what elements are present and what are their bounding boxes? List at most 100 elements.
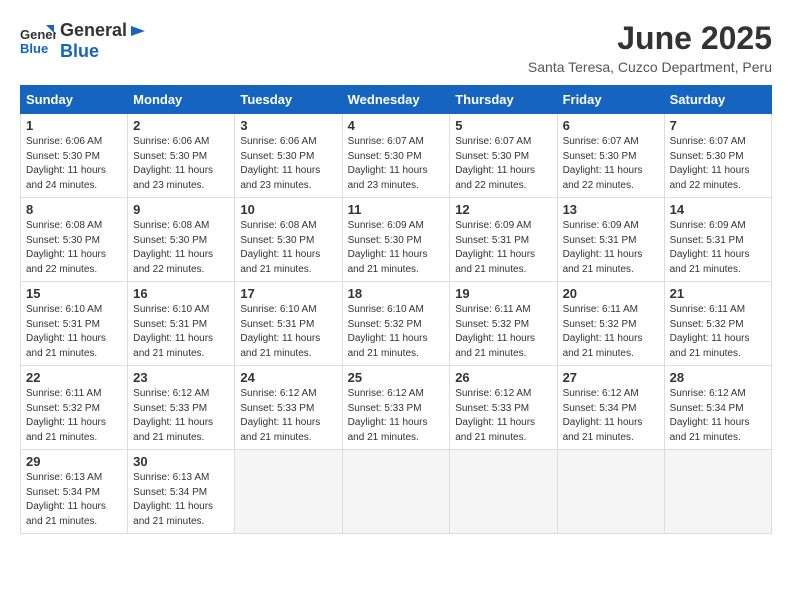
calendar-cell: 11 Sunrise: 6:09 AM Sunset: 5:30 PM Dayli… (342, 198, 450, 282)
logo-general: General (60, 20, 127, 41)
calendar-cell (664, 450, 771, 534)
day-number: 8 (26, 202, 122, 217)
calendar-cell: 22Sunrise: 6:11 AM Sunset: 5:32 PM Dayli… (21, 366, 128, 450)
calendar-cell: 25Sunrise: 6:12 AM Sunset: 5:33 PM Dayli… (342, 366, 450, 450)
header-thursday: Thursday (450, 86, 557, 114)
day-number: 2 (133, 118, 229, 133)
day-info: Sunrise: 6:06 AM Sunset: 5:30 PM Dayligh… (26, 135, 122, 193)
calendar-cell: 10Sunrise: 6:08 AM Sunset: 5:30 PM Dayli… (235, 198, 342, 282)
day-number: 30 (133, 454, 229, 469)
calendar-cell: 5Sunrise: 6:07 AM Sunset: 5:30 PM Daylig… (450, 114, 557, 198)
calendar-week-row: 29 Sunrise: 6:13 AM Sunset: 5:34 PM Dayli… (21, 450, 772, 534)
calendar-cell: 12Sunrise: 6:09 AM Sunset: 5:31 PM Dayli… (450, 198, 557, 282)
day-info: Sunrise: 6:06 AM Sunset: 5:30 PM Dayligh… (133, 135, 229, 193)
day-info: Sunrise: 6:07 AM Sunset: 5:30 PM Dayligh… (455, 135, 551, 193)
calendar-cell: 2 Sunrise: 6:06 AM Sunset: 5:30 PM Daylig… (128, 114, 235, 198)
day-info: Sunrise: 6:07 AM Sunset: 5:30 PM Dayligh… (670, 135, 766, 193)
header-tuesday: Tuesday (235, 86, 342, 114)
day-number: 4 (348, 118, 445, 133)
day-info: Sunrise: 6:10 AM Sunset: 5:32 PM Dayligh… (348, 303, 445, 361)
calendar-cell: 18Sunrise: 6:10 AM Sunset: 5:32 PM Dayli… (342, 282, 450, 366)
day-number: 21 (670, 286, 766, 301)
day-number: 15 (26, 286, 122, 301)
day-number: 14 (670, 202, 766, 217)
day-info: Sunrise: 6:12 AM Sunset: 5:33 PM Dayligh… (455, 387, 551, 445)
day-info: Sunrise: 6:09 AM Sunset: 5:31 PM Dayligh… (670, 219, 766, 277)
day-number: 16 (133, 286, 229, 301)
calendar-cell: 8 Sunrise: 6:08 AM Sunset: 5:30 PM Daylig… (21, 198, 128, 282)
header-saturday: Saturday (664, 86, 771, 114)
calendar-cell: 17 Sunrise: 6:10 AM Sunset: 5:31 PM Dayli… (235, 282, 342, 366)
calendar-cell: 24Sunrise: 6:12 AM Sunset: 5:33 PM Dayli… (235, 366, 342, 450)
month-title: June 2025 (528, 20, 772, 57)
calendar-cell (342, 450, 450, 534)
day-info: Sunrise: 6:07 AM Sunset: 5:30 PM Dayligh… (348, 135, 445, 193)
day-info: Sunrise: 6:13 AM Sunset: 5:34 PM Dayligh… (26, 471, 122, 529)
calendar-table: Sunday Monday Tuesday Wednesday Thursday… (20, 85, 772, 534)
day-info: Sunrise: 6:09 AM Sunset: 5:30 PM Dayligh… (348, 219, 445, 277)
logo-icon: General Blue (20, 23, 56, 59)
day-number: 19 (455, 286, 551, 301)
calendar-cell: 19Sunrise: 6:11 AM Sunset: 5:32 PM Dayli… (450, 282, 557, 366)
calendar-cell: 4 Sunrise: 6:07 AM Sunset: 5:30 PM Daylig… (342, 114, 450, 198)
day-number: 11 (348, 202, 445, 217)
title-area: June 2025 Santa Teresa, Cuzco Department… (528, 20, 772, 75)
logo-arrow-icon (129, 22, 147, 40)
day-info: Sunrise: 6:09 AM Sunset: 5:31 PM Dayligh… (563, 219, 659, 277)
day-number: 22 (26, 370, 122, 385)
header-wednesday: Wednesday (342, 86, 450, 114)
calendar-cell: 13 Sunrise: 6:09 AM Sunset: 5:31 PM Dayli… (557, 198, 664, 282)
day-number: 23 (133, 370, 229, 385)
calendar-week-row: 1 Sunrise: 6:06 AM Sunset: 5:30 PM Daylig… (21, 114, 772, 198)
day-number: 20 (563, 286, 659, 301)
day-info: Sunrise: 6:07 AM Sunset: 5:30 PM Dayligh… (563, 135, 659, 193)
day-number: 1 (26, 118, 122, 133)
calendar-cell (557, 450, 664, 534)
svg-text:Blue: Blue (20, 41, 48, 56)
page-header: General Blue General Blue June 2025 Sant… (20, 20, 772, 75)
calendar-cell: 21 Sunrise: 6:11 AM Sunset: 5:32 PM Dayli… (664, 282, 771, 366)
day-number: 26 (455, 370, 551, 385)
calendar-cell: 14 Sunrise: 6:09 AM Sunset: 5:31 PM Dayli… (664, 198, 771, 282)
calendar-week-row: 22Sunrise: 6:11 AM Sunset: 5:32 PM Dayli… (21, 366, 772, 450)
day-number: 7 (670, 118, 766, 133)
calendar-cell (450, 450, 557, 534)
calendar-cell: 16 Sunrise: 6:10 AM Sunset: 5:31 PM Dayli… (128, 282, 235, 366)
calendar-cell: 9 Sunrise: 6:08 AM Sunset: 5:30 PM Daylig… (128, 198, 235, 282)
calendar-cell (235, 450, 342, 534)
day-info: Sunrise: 6:12 AM Sunset: 5:33 PM Dayligh… (240, 387, 336, 445)
calendar-week-row: 15 Sunrise: 6:10 AM Sunset: 5:31 PM Dayli… (21, 282, 772, 366)
calendar-cell: 30Sunrise: 6:13 AM Sunset: 5:34 PM Dayli… (128, 450, 235, 534)
day-info: Sunrise: 6:10 AM Sunset: 5:31 PM Dayligh… (133, 303, 229, 361)
calendar-cell: 29 Sunrise: 6:13 AM Sunset: 5:34 PM Dayli… (21, 450, 128, 534)
calendar-cell: 15Sunrise: 6:10 AM Sunset: 5:31 PM Dayli… (21, 282, 128, 366)
day-info: Sunrise: 6:08 AM Sunset: 5:30 PM Dayligh… (26, 219, 122, 277)
day-number: 25 (348, 370, 445, 385)
calendar-cell: 28Sunrise: 6:12 AM Sunset: 5:34 PM Dayli… (664, 366, 771, 450)
header-monday: Monday (128, 86, 235, 114)
day-number: 3 (240, 118, 336, 133)
logo-blue: Blue (60, 41, 99, 61)
calendar-cell: 3 Sunrise: 6:06 AM Sunset: 5:30 PM Daylig… (235, 114, 342, 198)
day-number: 27 (563, 370, 659, 385)
day-info: Sunrise: 6:08 AM Sunset: 5:30 PM Dayligh… (240, 219, 336, 277)
day-info: Sunrise: 6:12 AM Sunset: 5:33 PM Dayligh… (133, 387, 229, 445)
logo: General Blue General Blue (20, 20, 147, 62)
location-title: Santa Teresa, Cuzco Department, Peru (528, 59, 772, 75)
calendar-cell: 7 Sunrise: 6:07 AM Sunset: 5:30 PM Daylig… (664, 114, 771, 198)
calendar-header-row: Sunday Monday Tuesday Wednesday Thursday… (21, 86, 772, 114)
day-number: 9 (133, 202, 229, 217)
calendar-week-row: 8 Sunrise: 6:08 AM Sunset: 5:30 PM Daylig… (21, 198, 772, 282)
day-info: Sunrise: 6:09 AM Sunset: 5:31 PM Dayligh… (455, 219, 551, 277)
calendar-cell: 20Sunrise: 6:11 AM Sunset: 5:32 PM Dayli… (557, 282, 664, 366)
day-info: Sunrise: 6:10 AM Sunset: 5:31 PM Dayligh… (240, 303, 336, 361)
day-number: 17 (240, 286, 336, 301)
header-friday: Friday (557, 86, 664, 114)
calendar-cell: 6Sunrise: 6:07 AM Sunset: 5:30 PM Daylig… (557, 114, 664, 198)
calendar-cell: 26 Sunrise: 6:12 AM Sunset: 5:33 PM Dayli… (450, 366, 557, 450)
day-info: Sunrise: 6:06 AM Sunset: 5:30 PM Dayligh… (240, 135, 336, 193)
day-info: Sunrise: 6:08 AM Sunset: 5:30 PM Dayligh… (133, 219, 229, 277)
day-info: Sunrise: 6:11 AM Sunset: 5:32 PM Dayligh… (670, 303, 766, 361)
day-number: 29 (26, 454, 122, 469)
day-number: 13 (563, 202, 659, 217)
